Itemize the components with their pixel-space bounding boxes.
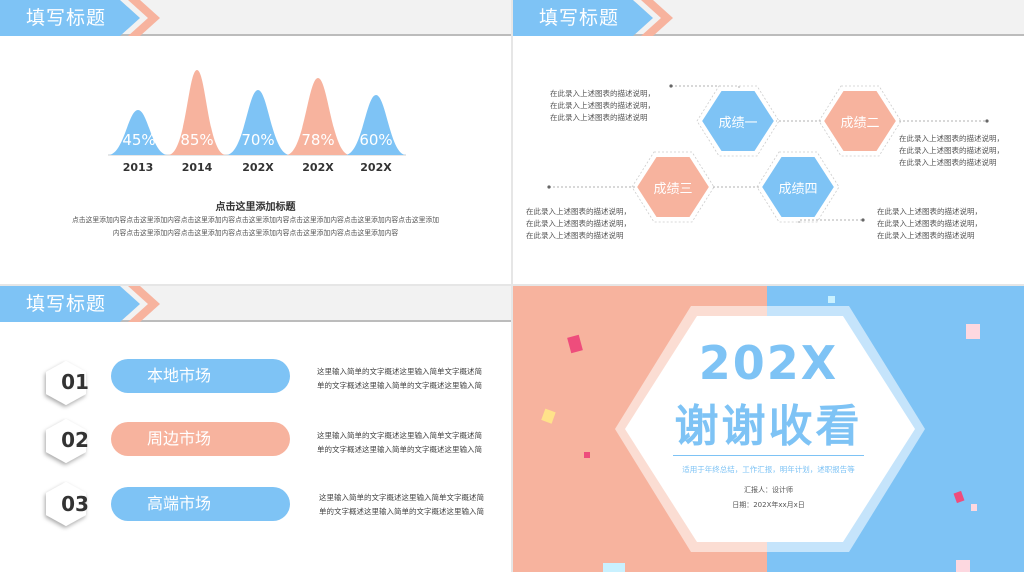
market-description-2: 这里输入简单的文字概述这里输入简单文字概述简 单的文字概述这里输入简单的文字概述… [317, 429, 489, 457]
divider [673, 455, 864, 456]
date: 日期：202X年xx月x日 [732, 501, 805, 509]
caption-line-2: 内容点击这里添加内容点击这里添加内容点击这里添加内容点击这里添加内容点击这里添加… [112, 229, 399, 237]
hexagon-2-label: 成绩二 [840, 116, 880, 131]
item-number-1: 01 [61, 370, 89, 394]
market-description-1: 这里输入简单的文字概述这里输入简单文字概述简 单的文字概述这里输入简单的文字概述… [317, 365, 489, 393]
description-line: 在此录入上述图表的描述说明， [899, 134, 1004, 143]
description-line: 单的文字概述这里输入简单的文字概述这里输入简 [317, 381, 482, 390]
market-pill-local[interactable]: 本地市场 [111, 359, 290, 393]
slide-market-list[interactable]: 填写标题 01 02 03 本地市场 周边市场 高端市场 这里输入简单的文字概述… [0, 286, 511, 572]
caption-title: 点击这里添加标题 [215, 202, 296, 213]
item-number-3: 03 [61, 492, 89, 516]
description-line: 单的文字概述这里输入简单的文字概述这里输入简 [317, 445, 482, 454]
description-line: 在此录入上述图表的描述说明， [526, 207, 631, 216]
description-line: 在此录入上述图表的描述说明， [526, 219, 631, 228]
reporter: 汇报人：设计师 [744, 486, 793, 494]
market-description-3: 这里输入简单的文字概述这里输入简单文字概述简 单的文字概述这里输入简单的文字概述… [319, 491, 491, 519]
slide-thank-you[interactable]: 202X 谢谢收看 适用于年终总结，工作汇报，明年计划，述职报告等 汇报人：设计… [513, 286, 1024, 572]
market-pill-nearby[interactable]: 周边市场 [111, 422, 290, 456]
description-line: 在此录入上述图表的描述说明， [550, 89, 655, 98]
description-line: 在此录入上述图表的描述说明， [877, 207, 982, 216]
hexagon-3-label: 成绩三 [653, 182, 693, 197]
year-title: 202X [698, 336, 839, 390]
description-block-3: 在此录入上述图表的描述说明， 在此录入上述图表的描述说明， 在此录入上述图表的描… [526, 206, 656, 242]
peak-label-5: 202X [360, 161, 392, 174]
description-line: 在此录入上述图表的描述说明， [550, 101, 655, 110]
slide-peak-chart[interactable]: 填写标题 45% 85% 70% 78% 60% 2013 2014 202X … [0, 0, 511, 284]
peak-value-3: 70% [241, 131, 275, 149]
hexagon-1-label: 成绩一 [718, 116, 758, 131]
description-line: 这里输入简单的文字概述这里输入简单文字概述简 [317, 431, 482, 440]
peak-value-2: 85% [180, 131, 214, 149]
peak-label-4: 202X [302, 161, 334, 174]
market-pill-premium[interactable]: 高端市场 [111, 487, 290, 521]
peak-value-5: 60% [359, 131, 393, 149]
thanks-title: 谢谢收看 [674, 401, 863, 452]
description-block-4: 在此录入上述图表的描述说明， 在此录入上述图表的描述说明， 在此录入上述图表的描… [877, 206, 1007, 242]
description-line: 这里输入简单的文字概述这里输入简单文字概述简 [317, 367, 482, 376]
subtitle: 适用于年终总结，工作汇报，明年计划，述职报告等 [682, 465, 855, 474]
description-line: 单的文字概述这里输入简单的文字概述这里输入简 [319, 507, 484, 516]
caption-line-1: 点击这里添加内容点击这里添加内容点击这里添加内容点击这里添加内容点击这里添加内容… [71, 216, 440, 224]
description-line: 在此录入上述图表的描述说明 [899, 158, 997, 167]
peak-label-3: 202X [242, 161, 274, 174]
description-line: 在此录入上述图表的描述说明 [526, 231, 624, 240]
peak-label-1: 2013 [122, 161, 154, 174]
slide-hexagon-grades[interactable]: 填写标题 成绩一 成绩二 成绩三 成绩四 在此录入上述图表的描述说明， 在此录入… [513, 0, 1024, 284]
item-number-2: 02 [61, 428, 89, 452]
description-line: 在此录入上述图表的描述说明 [877, 231, 975, 240]
description-line: 在此录入上述图表的描述说明 [550, 113, 648, 122]
peak-value-4: 78% [301, 131, 335, 149]
peak-label-2: 2014 [181, 161, 213, 174]
peak-value-1: 45% [122, 131, 156, 149]
description-block-2: 在此录入上述图表的描述说明， 在此录入上述图表的描述说明， 在此录入上述图表的描… [899, 133, 1024, 169]
description-block-1: 在此录入上述图表的描述说明， 在此录入上述图表的描述说明， 在此录入上述图表的描… [550, 88, 680, 124]
hexagon-4-label: 成绩四 [778, 182, 818, 197]
description-line: 这里输入简单的文字概述这里输入简单文字概述简 [319, 493, 484, 502]
description-line: 在此录入上述图表的描述说明， [877, 219, 982, 228]
description-line: 在此录入上述图表的描述说明， [899, 146, 1004, 155]
